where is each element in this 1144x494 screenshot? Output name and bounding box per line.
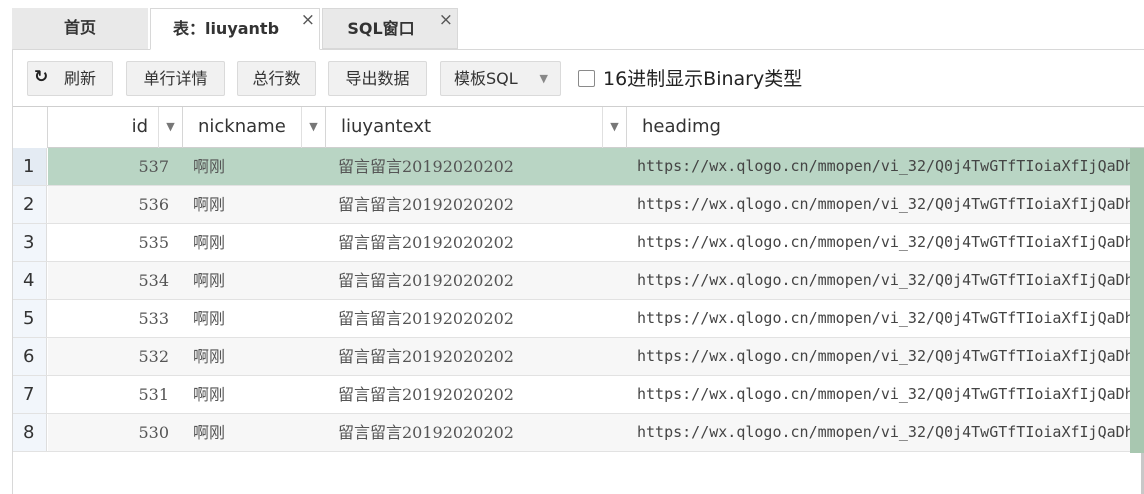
close-icon[interactable]: × bbox=[301, 0, 315, 40]
row-number: 3 bbox=[13, 224, 47, 261]
cell-id[interactable]: 530 bbox=[48, 414, 169, 451]
scrollbar-gutter[interactable] bbox=[1130, 148, 1144, 453]
cell-headimg[interactable]: https://wx.qlogo.cn/mmopen/vi_32/Q0j4TwG… bbox=[637, 300, 1131, 337]
column-header-label: liuyantext bbox=[341, 116, 432, 137]
row-number: 5 bbox=[13, 300, 47, 337]
cell-id[interactable]: 535 bbox=[48, 224, 169, 261]
row-number: 6 bbox=[13, 338, 47, 375]
tab-table-liuyantb[interactable]: 表：liuyantb × bbox=[150, 8, 320, 50]
column-header-nickname[interactable]: nickname ▼ bbox=[183, 107, 326, 148]
cell-id[interactable]: 533 bbox=[48, 300, 169, 337]
grid-header: id ▼ nickname ▼ liuyantext ▼ headimg bbox=[13, 106, 1144, 148]
cell-nickname[interactable]: 啊刚 bbox=[193, 224, 318, 261]
cell-headimg[interactable]: https://wx.qlogo.cn/mmopen/vi_32/Q0j4TwG… bbox=[637, 262, 1131, 299]
cell-nickname[interactable]: 啊刚 bbox=[193, 338, 318, 375]
total-rows-button[interactable]: 总行数 bbox=[237, 61, 316, 96]
table-row[interactable]: 2 536 啊刚 留言留言20192020202 https://wx.qlog… bbox=[13, 186, 1144, 224]
tab-sql-window[interactable]: SQL窗口 × bbox=[322, 8, 458, 49]
refresh-label: 刷新 bbox=[64, 69, 97, 88]
tab-home-label: 首页 bbox=[63, 18, 96, 37]
cell-liuyantext[interactable]: 留言留言20192020202 bbox=[338, 376, 623, 413]
hex-binary-label: 16进制显示Binary类型 bbox=[603, 68, 803, 90]
close-icon[interactable]: × bbox=[439, 0, 453, 40]
cell-nickname[interactable]: 啊刚 bbox=[193, 262, 318, 299]
cell-id[interactable]: 537 bbox=[48, 148, 169, 185]
cell-liuyantext[interactable]: 留言留言20192020202 bbox=[338, 224, 623, 261]
table-panel: ↻ 刷新 单行详情 总行数 导出数据 模板SQL ▼ 16进制显示Binary类… bbox=[12, 49, 1144, 494]
sort-dropdown-icon[interactable]: ▼ bbox=[301, 107, 325, 148]
column-header-id[interactable]: id ▼ bbox=[48, 107, 183, 148]
tab-sql-label: SQL窗口 bbox=[347, 19, 415, 38]
column-header-label: id bbox=[131, 116, 148, 137]
column-header-label: headimg bbox=[642, 116, 721, 137]
table-row[interactable]: 8 530 啊刚 留言留言20192020202 https://wx.qlog… bbox=[13, 414, 1144, 452]
row-detail-button[interactable]: 单行详情 bbox=[126, 61, 225, 96]
sort-dropdown-icon[interactable]: ▼ bbox=[158, 107, 182, 148]
cell-nickname[interactable]: 啊刚 bbox=[193, 414, 318, 451]
row-number: 4 bbox=[13, 262, 47, 299]
row-number: 2 bbox=[13, 186, 47, 223]
toolbar: ↻ 刷新 单行详情 总行数 导出数据 模板SQL ▼ 16进制显示Binary类… bbox=[13, 50, 1144, 106]
tab-bar: 首页 表：liuyantb × SQL窗口 × bbox=[12, 8, 1144, 50]
cell-liuyantext[interactable]: 留言留言20192020202 bbox=[338, 186, 623, 223]
cell-id[interactable]: 532 bbox=[48, 338, 169, 375]
cell-liuyantext[interactable]: 留言留言20192020202 bbox=[338, 414, 623, 451]
cell-nickname[interactable]: 啊刚 bbox=[193, 300, 318, 337]
table-row[interactable]: 5 533 啊刚 留言留言20192020202 https://wx.qlog… bbox=[13, 300, 1144, 338]
sort-dropdown-icon[interactable]: ▼ bbox=[602, 107, 626, 148]
cell-id[interactable]: 536 bbox=[48, 186, 169, 223]
cell-liuyantext[interactable]: 留言留言20192020202 bbox=[338, 300, 623, 337]
cell-headimg[interactable]: https://wx.qlogo.cn/mmopen/vi_32/Q0j4TwG… bbox=[637, 338, 1131, 375]
refresh-icon: ↻ bbox=[34, 67, 49, 87]
row-number: 8 bbox=[13, 414, 47, 451]
table-row[interactable]: 1 537 啊刚 留言留言20192020202 https://wx.qlog… bbox=[13, 148, 1144, 186]
column-header-liuyantext[interactable]: liuyantext ▼ bbox=[326, 107, 627, 148]
hex-binary-checkbox[interactable] bbox=[578, 70, 595, 87]
cell-nickname[interactable]: 啊刚 bbox=[193, 148, 318, 185]
row-number-header bbox=[13, 107, 48, 148]
cell-liuyantext[interactable]: 留言留言20192020202 bbox=[338, 148, 623, 185]
cell-id[interactable]: 531 bbox=[48, 376, 169, 413]
refresh-button[interactable]: ↻ 刷新 bbox=[27, 61, 113, 96]
tab-home[interactable]: 首页 bbox=[12, 8, 148, 49]
table-row[interactable]: 4 534 啊刚 留言留言20192020202 https://wx.qlog… bbox=[13, 262, 1144, 300]
column-header-headimg[interactable]: headimg bbox=[627, 107, 1131, 148]
chevron-down-icon: ▼ bbox=[539, 72, 548, 85]
table-row[interactable]: 7 531 啊刚 留言留言20192020202 https://wx.qlog… bbox=[13, 376, 1144, 414]
template-sql-label: 模板SQL bbox=[454, 69, 518, 88]
cell-headimg[interactable]: https://wx.qlogo.cn/mmopen/vi_32/Q0j4TwG… bbox=[637, 376, 1131, 413]
tab-table-label: 表：liuyantb bbox=[172, 19, 280, 38]
cell-headimg[interactable]: https://wx.qlogo.cn/mmopen/vi_32/Q0j4TwG… bbox=[637, 224, 1131, 261]
cell-nickname[interactable]: 啊刚 bbox=[193, 186, 318, 223]
cell-liuyantext[interactable]: 留言留言20192020202 bbox=[338, 338, 623, 375]
template-sql-dropdown[interactable]: 模板SQL ▼ bbox=[440, 61, 561, 96]
table-row[interactable]: 6 532 啊刚 留言留言20192020202 https://wx.qlog… bbox=[13, 338, 1144, 376]
cell-headimg[interactable]: https://wx.qlogo.cn/mmopen/vi_32/Q0j4TwG… bbox=[637, 148, 1131, 185]
row-number: 7 bbox=[13, 376, 47, 413]
column-header-label: nickname bbox=[198, 116, 286, 137]
row-number: 1 bbox=[13, 148, 47, 185]
cell-nickname[interactable]: 啊刚 bbox=[193, 376, 318, 413]
cell-liuyantext[interactable]: 留言留言20192020202 bbox=[338, 262, 623, 299]
cell-headimg[interactable]: https://wx.qlogo.cn/mmopen/vi_32/Q0j4TwG… bbox=[637, 186, 1131, 223]
cell-id[interactable]: 534 bbox=[48, 262, 169, 299]
table-row[interactable]: 3 535 啊刚 留言留言20192020202 https://wx.qlog… bbox=[13, 224, 1144, 262]
export-data-button[interactable]: 导出数据 bbox=[328, 61, 427, 96]
cell-headimg[interactable]: https://wx.qlogo.cn/mmopen/vi_32/Q0j4TwG… bbox=[637, 414, 1131, 451]
